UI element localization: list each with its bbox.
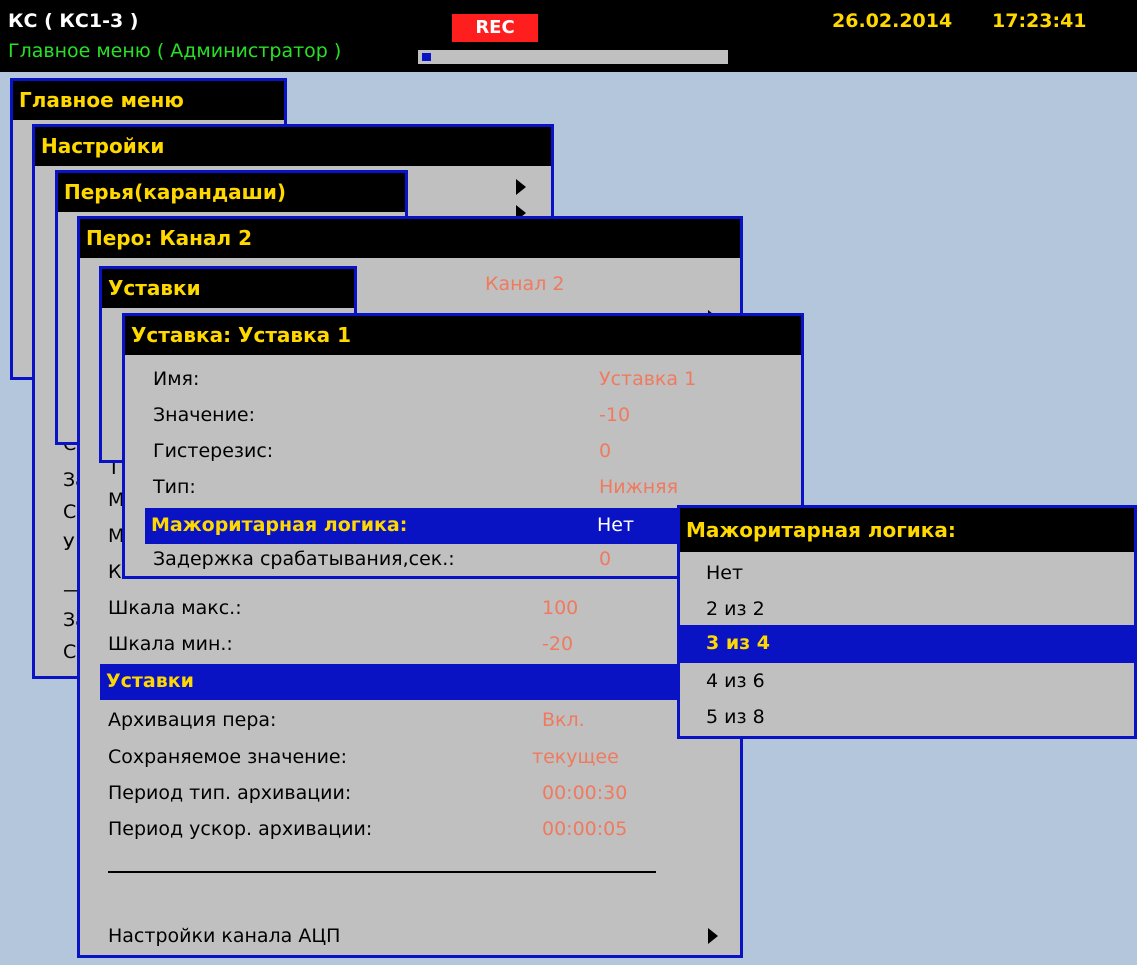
scale-min-value[interactable]: -20 [542,633,573,655]
type-value[interactable]: Нижняя [599,476,678,498]
progress-bar [418,50,728,64]
submenu-arrow-icon [708,928,718,944]
trigger-delay-label[interactable]: Задержка срабатывания,сек.: [153,548,455,570]
settings-item[interactable]: С [63,501,76,523]
pens-title: Перья(карандаши) [58,173,405,212]
name-label[interactable]: Имя: [153,368,199,390]
trigger-delay-value[interactable]: 0 [599,548,611,570]
pen-channel-title: Перо: Канал 2 [80,219,740,258]
rec-indicator: REC [452,14,538,42]
settings-title: Настройки [35,127,551,166]
option-none[interactable]: Нет [706,562,743,584]
scale-max-value[interactable]: 100 [542,597,578,619]
option-2-of-2[interactable]: 2 из 2 [706,598,765,620]
value-label[interactable]: Значение: [153,404,255,426]
option-3-of-4-selected[interactable]: 3 из 4 [680,625,1137,663]
setpoints-item-label: Уставки [106,670,194,692]
menu-divider [108,871,656,873]
setpoint-title: Уставка: Уставка 1 [125,316,801,355]
majority-logic-label: Мажоритарная логика: [151,514,408,536]
submenu-arrow-icon [516,179,526,195]
type-label[interactable]: Тип: [153,476,196,498]
setpoints-item-selected[interactable]: Уставки [100,664,740,700]
majority-logic-dropdown: Мажоритарная логика: Нет 2 из 2 3 из 4 4… [677,505,1137,739]
pen-archiving-value[interactable]: Вкл. [542,709,585,731]
option-5-of-8[interactable]: 5 из 8 [706,706,765,728]
hysteresis-value[interactable]: 0 [599,440,611,462]
scale-max-label[interactable]: Шкала макс.: [108,597,242,619]
majority-logic-value: Нет [597,514,635,536]
fast-archive-period-value[interactable]: 00:00:05 [542,818,627,840]
setpoints-title: Уставки [102,269,354,308]
status-bar: КС ( КС1-3 ) Главное меню ( Администрато… [0,0,1137,72]
scale-min-label[interactable]: Шкала мин.: [108,633,233,655]
saved-value-value[interactable]: текущее [532,746,619,768]
settings-item[interactable]: С [63,641,76,663]
settings-item[interactable]: У [63,533,75,555]
value-value[interactable]: -10 [599,404,630,426]
name-value[interactable]: Уставка 1 [599,368,696,390]
pen-archiving-label[interactable]: Архивация пера: [108,709,276,731]
date-display: 26.02.2014 [832,10,953,32]
option-4-of-6[interactable]: 4 из 6 [706,670,765,692]
time-display: 17:23:41 [992,10,1087,32]
adc-settings-item[interactable]: Настройки канала АЦП [108,925,340,947]
main-menu-title: Главное меню [13,81,284,120]
app-title: КС ( КС1-3 ) [8,10,139,32]
saved-value-label[interactable]: Сохраняемое значение: [108,746,347,768]
hysteresis-label[interactable]: Гистерезис: [153,440,273,462]
option-3-of-4-label: 3 из 4 [706,632,771,654]
channel-value: Канал 2 [485,273,565,295]
progress-fill [422,53,431,61]
majority-logic-dropdown-title: Мажоритарная логика: [680,508,1134,552]
pen-item[interactable]: К [108,561,122,583]
typical-archive-period-value[interactable]: 00:00:30 [542,782,627,804]
fast-archive-period-label[interactable]: Период ускор. архивации: [108,818,372,840]
typical-archive-period-label[interactable]: Период тип. архивации: [108,782,351,804]
menu-path: Главное меню ( Администратор ) [8,40,342,62]
